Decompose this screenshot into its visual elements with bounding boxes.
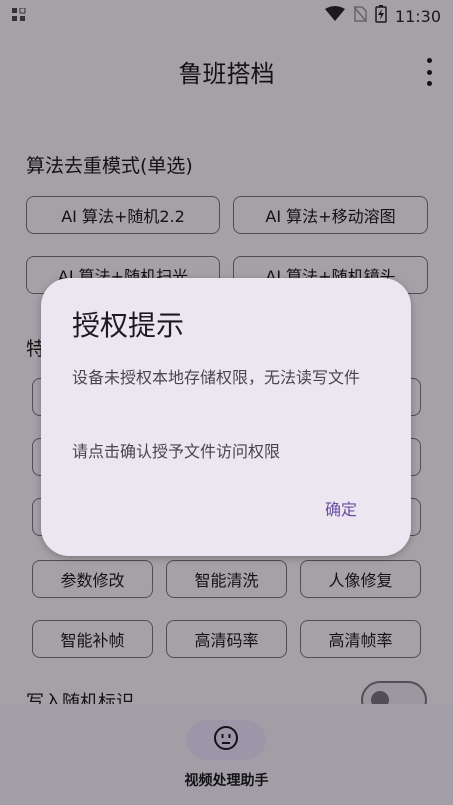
dialog-message: 设备未授权本地存储权限，无法读写文件: [72, 368, 361, 387]
no-sim-icon: [353, 6, 367, 26]
app-grid-icon: [12, 7, 26, 26]
battery-charging-icon: [375, 5, 387, 27]
dialog-title: 授权提示: [72, 309, 185, 342]
clock-time: 11:30: [394, 6, 441, 26]
status-bar: 11:30: [0, 0, 453, 32]
confirm-button[interactable]: 确定: [311, 496, 371, 520]
permission-dialog: 授权提示 设备未授权本地存储权限，无法读写文件 请点击确认授予文件访问权限 确定: [41, 278, 411, 556]
wifi-icon: [324, 6, 345, 26]
dialog-instruction: 请点击确认授予文件访问权限: [72, 442, 281, 461]
